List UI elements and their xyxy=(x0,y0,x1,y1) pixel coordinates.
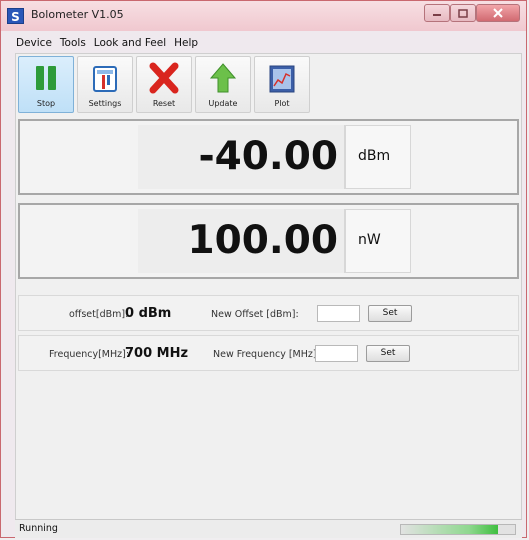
maximize-button[interactable] xyxy=(450,4,476,22)
offset-value: 0 dBm xyxy=(125,306,172,321)
status-progress-bar xyxy=(400,524,516,535)
update-label: Update xyxy=(208,99,238,108)
plot-label: Plot xyxy=(274,99,290,108)
status-text: Running xyxy=(19,523,58,534)
close-button[interactable] xyxy=(476,4,520,22)
new-offset-input[interactable] xyxy=(317,305,360,322)
reset-label: Reset xyxy=(152,99,176,108)
frequency-value: 700 MHz xyxy=(125,346,189,361)
window-title: Bolometer V1.05 xyxy=(31,8,124,21)
offset-row: offset[dBm]: 0 dBm New Offset [dBm]: Set xyxy=(18,295,519,331)
settings-icon xyxy=(93,66,117,92)
stop-label: Stop xyxy=(36,99,56,108)
dbm-reading-panel: -40.00 dBm xyxy=(18,119,519,195)
plot-button[interactable]: Plot xyxy=(254,56,310,113)
app-logo-icon: S xyxy=(7,8,24,24)
new-frequency-label: New Frequency [MHz]: xyxy=(213,349,320,360)
dbm-value-box: -40.00 xyxy=(138,125,345,189)
settings-button[interactable]: Settings xyxy=(77,56,133,113)
menu-look-and-feel[interactable]: Look and Feel xyxy=(93,37,167,53)
status-bar: Running xyxy=(15,519,522,538)
stop-button[interactable]: Stop xyxy=(18,56,74,113)
main-panel: Stop Settings Reset Update Plot -40.00 d… xyxy=(15,53,522,533)
app-window: S Bolometer V1.05 Device Tools Look and … xyxy=(0,0,527,538)
new-frequency-input[interactable] xyxy=(315,345,358,362)
dbm-value: -40.00 xyxy=(198,134,338,179)
reset-x-icon xyxy=(149,62,179,94)
nw-unit-box: nW xyxy=(345,209,411,273)
menu-bar: Device Tools Look and Feel Help xyxy=(15,37,199,53)
toolbar: Stop Settings Reset Update Plot xyxy=(18,56,310,114)
settings-label: Settings xyxy=(88,99,122,108)
update-arrow-icon xyxy=(209,63,237,93)
nw-value-box: 100.00 xyxy=(138,209,345,273)
new-offset-label: New Offset [dBm]: xyxy=(211,309,299,320)
title-bar[interactable]: S Bolometer V1.05 xyxy=(1,1,528,31)
plot-icon xyxy=(269,65,295,93)
reset-button[interactable]: Reset xyxy=(136,56,192,113)
offset-label: offset[dBm]: xyxy=(69,309,129,320)
close-icon xyxy=(493,8,503,18)
update-button[interactable]: Update xyxy=(195,56,251,113)
minimize-button[interactable] xyxy=(424,4,450,22)
offset-set-button[interactable]: Set xyxy=(368,305,412,322)
frequency-set-button[interactable]: Set xyxy=(366,345,410,362)
progress-fill xyxy=(401,525,498,534)
frequency-row: Frequency[MHz]: 700 MHz New Frequency [M… xyxy=(18,335,519,371)
dbm-unit: dBm xyxy=(358,148,391,164)
nw-value: 100.00 xyxy=(187,218,339,263)
maximize-icon xyxy=(458,8,468,18)
menu-help[interactable]: Help xyxy=(173,37,199,53)
nw-reading-panel: 100.00 nW xyxy=(18,203,519,279)
pause-icon xyxy=(36,66,56,90)
menu-tools[interactable]: Tools xyxy=(59,37,87,53)
window-controls xyxy=(424,4,520,22)
nw-unit: nW xyxy=(358,232,381,248)
minimize-icon xyxy=(433,14,441,16)
menu-device[interactable]: Device xyxy=(15,37,53,53)
frequency-label: Frequency[MHz]: xyxy=(49,349,130,360)
dbm-unit-box: dBm xyxy=(345,125,411,189)
